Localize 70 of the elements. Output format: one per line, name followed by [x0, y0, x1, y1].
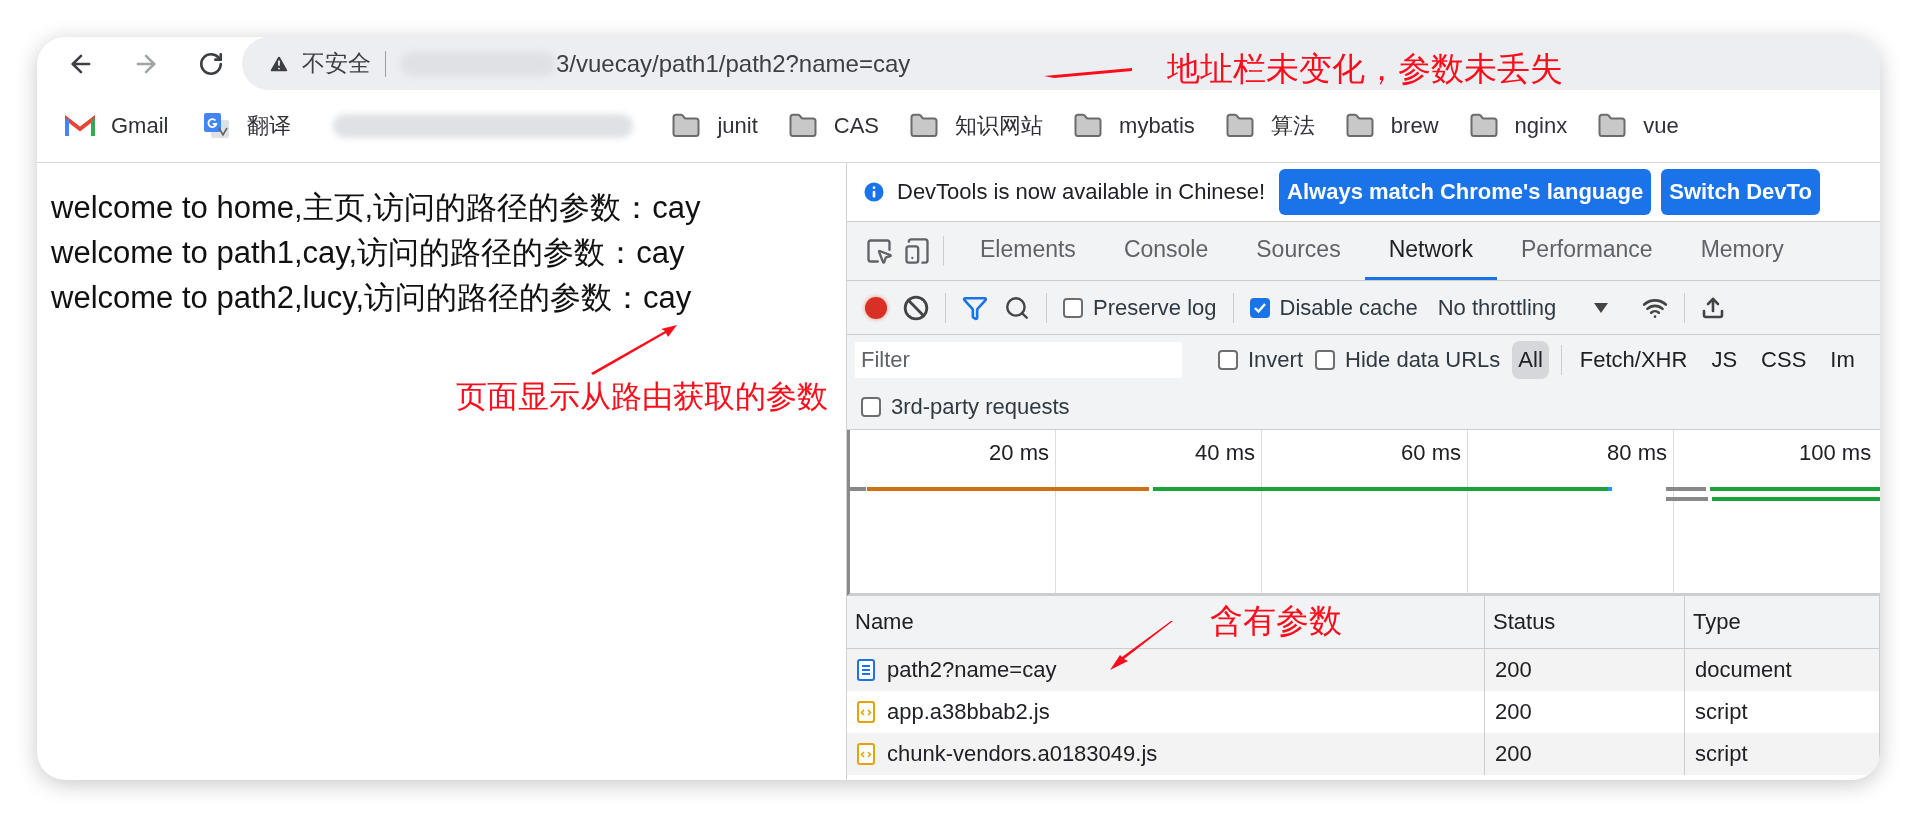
- type-filter[interactable]: Fetch/XHR: [1573, 341, 1694, 379]
- time-tick: 60 ms: [1401, 440, 1461, 467]
- invert-checkbox[interactable]: [1218, 350, 1238, 370]
- checkbox-label: 3rd-party requests: [891, 394, 1070, 420]
- filter-field[interactable]: Filter: [855, 342, 1182, 378]
- bookmark[interactable]: 知识网站: [909, 111, 1044, 141]
- table-cell: script: [1685, 733, 1880, 775]
- script-icon: [857, 743, 875, 765]
- bookmark[interactable]: CAS: [787, 111, 880, 141]
- clear-icon[interactable]: [903, 294, 929, 321]
- bookmark[interactable]: mybatis: [1073, 111, 1195, 141]
- devtools-tab[interactable]: Performance: [1497, 222, 1677, 280]
- table-cell: document: [1685, 649, 1880, 691]
- bookmark[interactable]: 翻译: [203, 111, 292, 141]
- time-tick: 100 ms: [1799, 440, 1872, 467]
- devtools-tab[interactable]: Memory: [1676, 222, 1808, 280]
- checkbox-label: Hide data URLs: [1345, 347, 1501, 373]
- mail-icon: [65, 115, 95, 137]
- document-icon: [857, 659, 875, 681]
- time-tick: 80 ms: [1607, 440, 1667, 467]
- checkbox-label: Preserve log: [1093, 294, 1217, 321]
- page-text: welcome to path1,cay,访问的路径的参数：cay: [51, 234, 686, 272]
- time-tick: 20 ms: [989, 440, 1049, 467]
- bookmark[interactable]: nginx: [1468, 111, 1568, 141]
- disable-cache-checkbox[interactable]: [1249, 297, 1270, 318]
- infobar-button[interactable]: Always match Chrome's language: [1279, 169, 1652, 215]
- filter-icon[interactable]: [962, 294, 988, 321]
- annotation-arrow: [1110, 621, 1173, 670]
- column-header[interactable]: Type: [1685, 596, 1880, 649]
- bookmark[interactable]: Gmail: [65, 113, 169, 139]
- checkbox-label: Invert: [1248, 347, 1304, 373]
- annotation-text: 页面显示从路由获取的参数: [456, 380, 828, 415]
- request-name[interactable]: path2?name=cay: [887, 657, 1057, 683]
- hide-data-urls-checkbox[interactable]: [1315, 350, 1336, 370]
- table-cell: 200: [1485, 733, 1685, 775]
- search-icon[interactable]: [1004, 294, 1030, 321]
- column-header[interactable]: Status: [1485, 596, 1685, 649]
- page-text: welcome to home,主页,访问的路径的参数：cay: [51, 189, 702, 227]
- annotation-text: 含有参数: [1210, 603, 1342, 640]
- infobar-message: DevTools is now available in Chinese!: [897, 179, 1266, 205]
- devtools-tab[interactable]: Elements: [956, 222, 1100, 280]
- devtools-tab[interactable]: Console: [1099, 222, 1233, 280]
- request-name[interactable]: app.a38bbab2.js: [887, 699, 1050, 725]
- bookmark[interactable]: vue: [1597, 111, 1679, 141]
- info-icon: [861, 179, 887, 205]
- bookmark[interactable]: junit: [671, 111, 758, 141]
- annotation-text: 地址栏未变化，参数未丢失: [1167, 51, 1563, 88]
- type-filter[interactable]: JS: [1705, 341, 1744, 379]
- record-button[interactable]: [865, 296, 887, 319]
- security-label: 不安全: [302, 49, 371, 78]
- request-name[interactable]: chunk-vendors.a0183049.js: [887, 741, 1158, 767]
- page-text: welcome to path2,lucy,访问的路径的参数：cay: [51, 279, 693, 317]
- type-filter[interactable]: All: [1512, 341, 1549, 379]
- preserve-log-checkbox[interactable]: [1063, 297, 1083, 318]
- throttling-select[interactable]: No throttling: [1437, 294, 1557, 321]
- dropdown-caret-icon[interactable]: [1594, 302, 1609, 313]
- time-tick: 40 ms: [1195, 440, 1255, 467]
- third-party-checkbox[interactable]: [861, 397, 881, 417]
- translate-icon: [203, 112, 232, 140]
- upload-icon[interactable]: [1701, 295, 1726, 320]
- bookmark[interactable]: brew: [1344, 111, 1439, 141]
- table-cell: 200: [1485, 649, 1685, 691]
- type-filter[interactable]: Im: [1824, 341, 1861, 379]
- infobar-button[interactable]: Switch DevTo: [1661, 169, 1820, 215]
- script-icon: [857, 701, 875, 723]
- devtools-tab[interactable]: Sources: [1232, 222, 1365, 280]
- bookmark[interactable]: 算法: [1224, 111, 1315, 141]
- checkbox-label: Disable cache: [1279, 294, 1418, 321]
- type-filter[interactable]: CSS: [1755, 341, 1813, 379]
- url-text: 3/vuecay/path1/path2?name=cay: [556, 49, 911, 78]
